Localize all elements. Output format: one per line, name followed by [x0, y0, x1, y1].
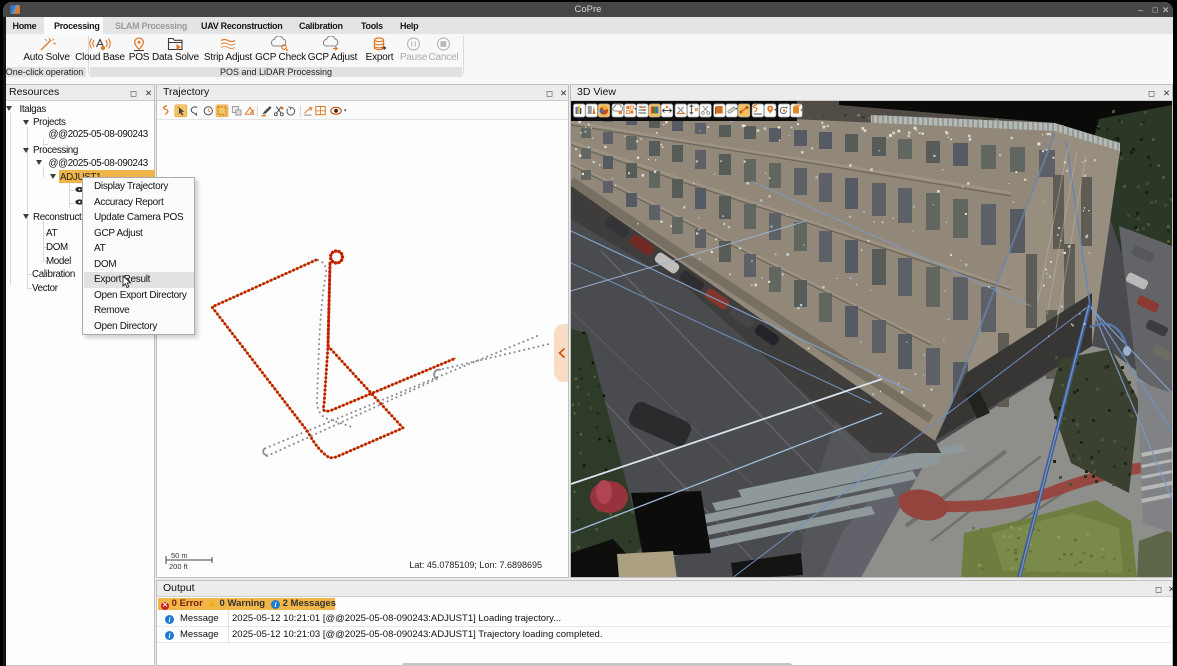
svg-text:200 ft: 200 ft [169, 562, 189, 571]
svg-text:Lat: 45.0785109; Lon: 7.689869: Lat: 45.0785109; Lon: 7.6898695 [409, 560, 542, 570]
svg-text:50 m: 50 m [171, 551, 188, 560]
